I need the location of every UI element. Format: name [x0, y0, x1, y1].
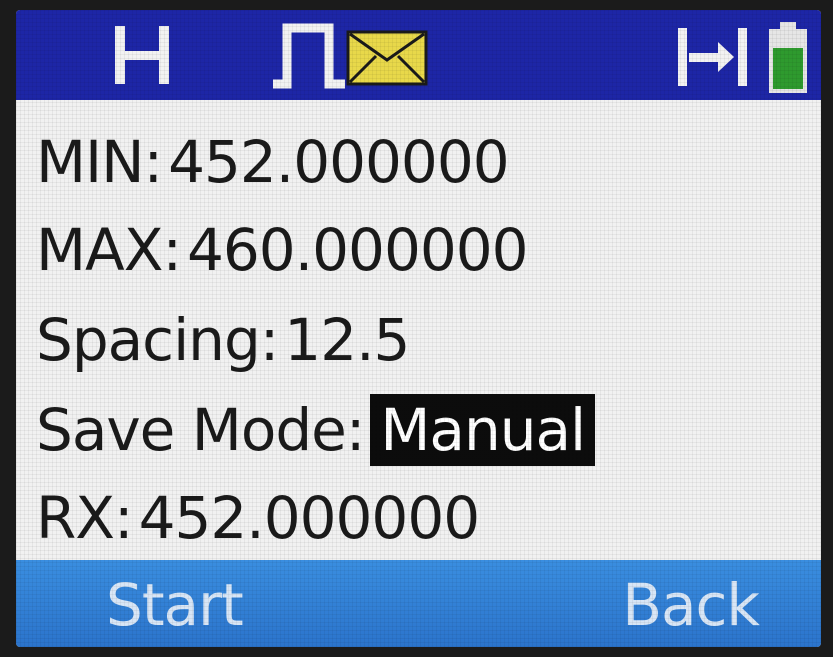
- max-label: MAX:: [36, 216, 182, 284]
- spacing-row[interactable]: Spacing: 12.5: [36, 300, 410, 380]
- back-softkey[interactable]: Back: [622, 570, 760, 640]
- max-value: 460.000000: [187, 216, 529, 284]
- h-mode-icon: [115, 26, 169, 84]
- rx-frequency-row[interactable]: RX: 452.000000: [36, 478, 481, 558]
- message-envelope-icon: [346, 30, 428, 86]
- skip-to-end-icon: [678, 28, 747, 86]
- start-softkey[interactable]: Start: [106, 570, 244, 640]
- battery-icon: [769, 22, 807, 93]
- save-mode-value[interactable]: Manual: [370, 394, 596, 466]
- save-mode-label: Save Mode:: [36, 396, 365, 464]
- min-label: MIN:: [36, 128, 163, 196]
- save-mode-row[interactable]: Save Mode: Manual: [36, 390, 596, 470]
- rx-value: 452.000000: [138, 484, 481, 552]
- spacing-label: Spacing:: [36, 306, 279, 374]
- softkey-bar: Start Back: [16, 560, 821, 647]
- pulse-waveform-icon: [273, 23, 345, 89]
- min-frequency-row[interactable]: MIN: 452.000000: [36, 122, 510, 202]
- radio-display: MIN: 452.000000 MAX: 460.000000 Spacing:…: [16, 10, 821, 647]
- min-value: 452.000000: [168, 128, 510, 196]
- rx-label: RX:: [36, 484, 134, 552]
- channel-settings: MIN: 452.000000 MAX: 460.000000 Spacing:…: [16, 100, 821, 560]
- spacing-value: 12.5: [284, 306, 410, 374]
- max-frequency-row[interactable]: MAX: 460.000000: [36, 210, 529, 290]
- status-bar: [16, 10, 821, 100]
